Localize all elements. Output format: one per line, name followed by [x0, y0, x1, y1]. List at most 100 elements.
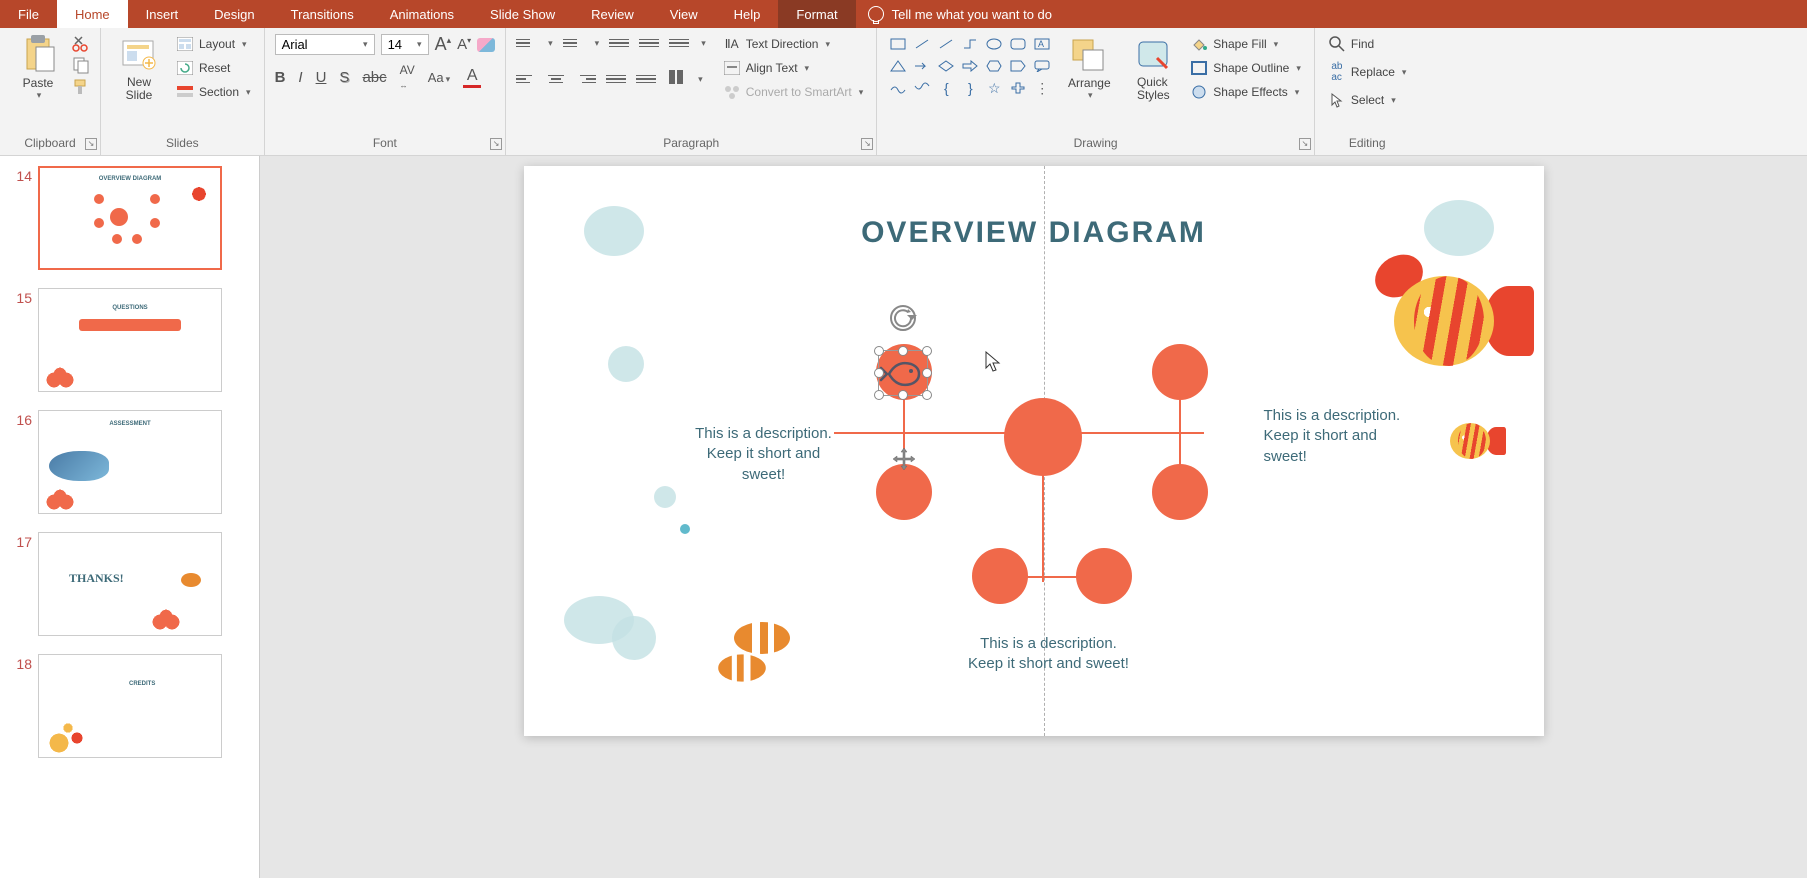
shape-rect[interactable] — [887, 34, 909, 54]
selected-shape[interactable] — [878, 350, 928, 396]
line-spacing-button[interactable] — [669, 34, 689, 52]
tab-insert[interactable]: Insert — [128, 0, 197, 28]
clownfish[interactable] — [718, 654, 766, 681]
align-left-button[interactable] — [516, 70, 536, 88]
shape-star[interactable]: ☆ — [983, 78, 1005, 98]
justify-button[interactable] — [606, 70, 626, 88]
cut-button[interactable] — [72, 34, 90, 52]
fish-illustration[interactable] — [1374, 256, 1534, 386]
italic-button[interactable]: I — [298, 69, 302, 86]
select-button[interactable]: Select▾ — [1325, 90, 1410, 110]
find-button[interactable]: Find — [1325, 34, 1410, 54]
tab-animations[interactable]: Animations — [372, 0, 472, 28]
paste-button[interactable]: Paste ▾ — [10, 34, 66, 101]
layout-button[interactable]: Layout▾ — [173, 34, 254, 54]
resize-handle[interactable] — [874, 368, 884, 378]
shape-tri[interactable] — [887, 56, 909, 76]
diagram-center-circle[interactable] — [1004, 398, 1082, 476]
tab-review[interactable]: Review — [573, 0, 652, 28]
format-painter-button[interactable] — [72, 78, 90, 96]
paragraph-dialog-launcher[interactable] — [861, 138, 873, 150]
font-name-combo[interactable]: Arial▾ — [275, 34, 375, 55]
shapes-more[interactable]: ⋮ — [1031, 78, 1053, 98]
rotation-handle[interactable] — [890, 305, 916, 331]
shape-effects-button[interactable]: Shape Effects▾ — [1187, 82, 1304, 102]
shape-diamond[interactable] — [935, 56, 957, 76]
shape-pent[interactable] — [1007, 56, 1029, 76]
slide-title[interactable]: OVERVIEW DIAGRAM — [861, 216, 1206, 250]
shape-lbrace[interactable]: { — [935, 78, 957, 98]
arrange-button[interactable]: Arrange▾ — [1059, 34, 1119, 101]
slide[interactable]: OVERVIEW DIAGRAM This is a description. … — [524, 166, 1544, 736]
numbering-button[interactable] — [563, 34, 583, 52]
distribute-button[interactable] — [636, 70, 656, 88]
diagram-circle[interactable] — [1152, 344, 1208, 400]
clear-formatting-button[interactable] — [477, 38, 495, 52]
diagram-circle[interactable] — [1076, 548, 1132, 604]
resize-handle[interactable] — [898, 390, 908, 400]
desc-bottom[interactable]: This is a description. Keep it short and… — [964, 634, 1134, 675]
thumb-16[interactable]: ASSESSMENT — [38, 410, 222, 514]
copy-button[interactable] — [72, 56, 90, 74]
bold-button[interactable]: B — [275, 69, 286, 86]
section-button[interactable]: Section▾ — [173, 82, 254, 102]
shape-arrow[interactable] — [911, 56, 933, 76]
tab-slideshow[interactable]: Slide Show — [472, 0, 573, 28]
thumb-14[interactable]: OVERVIEW DIAGRAM — [38, 166, 222, 270]
decrease-indent-button[interactable] — [609, 34, 629, 52]
resize-handle[interactable] — [922, 346, 932, 356]
underline-button[interactable]: U — [316, 69, 327, 86]
fish-illustration-small[interactable] — [1442, 415, 1506, 467]
resize-handle[interactable] — [922, 390, 932, 400]
shape-wave[interactable] — [887, 78, 909, 98]
slide-thumbnails-pane[interactable]: 14 OVERVIEW DIAGRAM 15 QUESTIONS 16 ASSE… — [0, 156, 260, 878]
char-spacing-button[interactable]: AV↔ — [400, 63, 415, 91]
replace-button[interactable]: abacReplace▾ — [1325, 62, 1410, 82]
tab-format[interactable]: Format — [778, 0, 855, 28]
bullets-button[interactable] — [516, 34, 536, 52]
shape-line[interactable] — [911, 34, 933, 54]
grow-font-button[interactable]: A▴ — [435, 34, 452, 55]
shape-textbox[interactable]: A — [1031, 34, 1053, 54]
resize-handle[interactable] — [874, 390, 884, 400]
shape-wave2[interactable] — [911, 78, 933, 98]
strikethrough-button[interactable]: abc — [362, 69, 386, 86]
diagram-circle[interactable] — [1152, 464, 1208, 520]
drawing-dialog-launcher[interactable] — [1299, 138, 1311, 150]
font-color-button[interactable]: A — [463, 67, 481, 88]
tab-home[interactable]: Home — [57, 0, 128, 28]
resize-handle[interactable] — [898, 346, 908, 356]
clipboard-dialog-launcher[interactable] — [85, 138, 97, 150]
tab-view[interactable]: View — [652, 0, 716, 28]
desc-left[interactable]: This is a description. Keep it short and… — [694, 424, 834, 485]
clownfish[interactable] — [734, 622, 790, 654]
text-direction-button[interactable]: ⅡAText Direction▾ — [720, 34, 867, 54]
shape-hex[interactable] — [983, 56, 1005, 76]
shape-rbrace[interactable]: } — [959, 78, 981, 98]
font-size-combo[interactable]: 14▾ — [381, 34, 429, 55]
diagram-circle[interactable] — [972, 548, 1028, 604]
font-dialog-launcher[interactable] — [490, 138, 502, 150]
shapes-gallery[interactable]: A { } ☆ ⋮ — [887, 34, 1053, 98]
increase-indent-button[interactable] — [639, 34, 659, 52]
thumb-17[interactable]: THANKS! — [38, 532, 222, 636]
shape-fill-button[interactable]: Shape Fill▾ — [1187, 34, 1304, 54]
resize-handle[interactable] — [874, 346, 884, 356]
change-case-button[interactable]: Aa▾ — [428, 70, 450, 85]
columns-button[interactable] — [666, 70, 686, 88]
tab-transitions[interactable]: Transitions — [273, 0, 372, 28]
reset-button[interactable]: Reset — [173, 58, 254, 78]
thumb-15[interactable]: QUESTIONS — [38, 288, 222, 392]
tell-me-search[interactable]: Tell me what you want to do — [856, 0, 1064, 28]
resize-handle[interactable] — [922, 368, 932, 378]
shape-oval[interactable] — [983, 34, 1005, 54]
align-right-button[interactable] — [576, 70, 596, 88]
shape-arrow2[interactable] — [959, 56, 981, 76]
shape-rrect[interactable] — [1007, 34, 1029, 54]
convert-smartart-button[interactable]: Convert to SmartArt▾ — [720, 82, 867, 102]
tab-help[interactable]: Help — [716, 0, 779, 28]
shape-line2[interactable] — [935, 34, 957, 54]
thumb-18[interactable]: CREDITS — [38, 654, 222, 758]
align-center-button[interactable] — [546, 70, 566, 88]
desc-right[interactable]: This is a description. Keep it short and… — [1264, 406, 1404, 467]
